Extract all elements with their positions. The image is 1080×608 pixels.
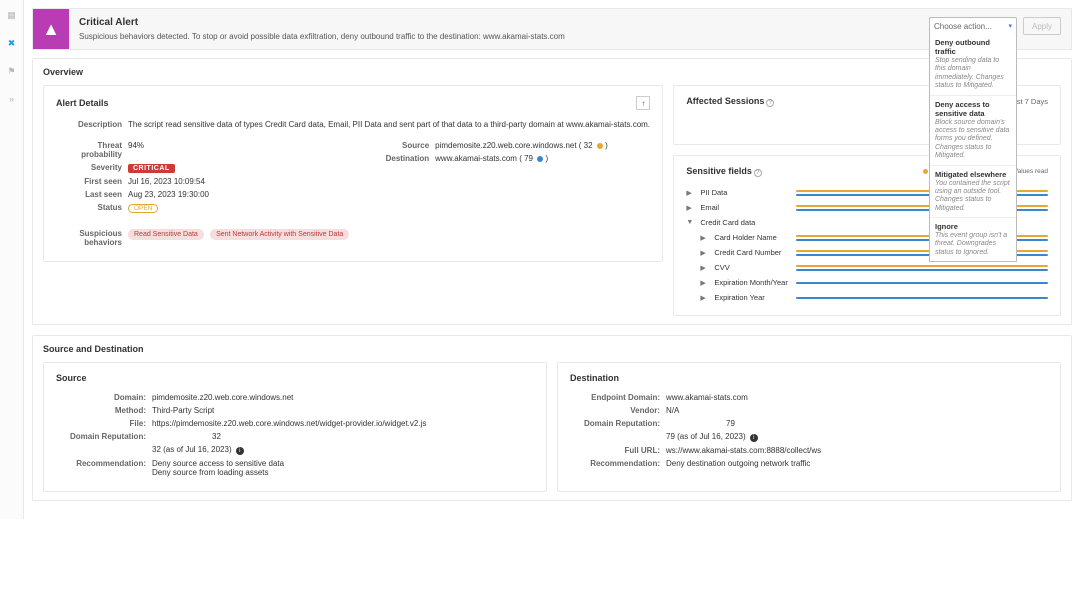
severity-badge: CRITICAL — [128, 164, 175, 173]
last-seen-value: Aug 23, 2023 19:30:00 — [128, 190, 343, 199]
source-title: Source — [56, 373, 534, 383]
dst-ep-value: www.akamai-stats.com — [666, 393, 1048, 402]
sf-row-cvv[interactable]: ▶ CVV — [686, 260, 1048, 275]
caret-right-icon[interactable]: ▶ — [686, 204, 694, 212]
dst-ep-label: Endpoint Domain: — [570, 393, 666, 402]
src-rep-num: 32 — [152, 432, 221, 441]
src-rec-2: Deny source from loading assets — [152, 468, 534, 477]
behavior-pill: Read Sensitive Data — [128, 229, 204, 240]
alert-details-title: Alert Details — [56, 98, 109, 108]
dest-label: Destination — [363, 154, 435, 163]
dst-url-value: ws://www.akamai-stats.com:8888/collect/w… — [666, 446, 1048, 455]
src-file-label: File: — [56, 419, 152, 428]
source-card: Source Domain:pimdemosite.z20.web.core.w… — [43, 362, 547, 492]
bar-chart — [796, 297, 1048, 299]
bar-chart — [796, 265, 1048, 271]
caret-down-icon[interactable]: ▼ — [686, 219, 694, 226]
threat-label: Threat probability — [56, 141, 128, 159]
choose-action-select[interactable]: Choose action... ▾ — [929, 17, 1017, 35]
src-rec-1: Deny source access to sensitive data — [152, 459, 534, 468]
behavior-pill: Sent Network Activity with Sensitive Dat… — [210, 229, 349, 240]
sidebar-nav: ▦ ✖ ⚑ » — [0, 0, 24, 519]
dst-rep-label: Domain Reputation: — [570, 419, 666, 428]
affected-title: Affected Sessions — [686, 96, 764, 106]
action-deny-sensitive[interactable]: Deny access to sensitive data Block sour… — [930, 95, 1016, 165]
sensitive-title: Sensitive fields — [686, 166, 752, 176]
sd-title: Source and Destination — [43, 344, 1061, 354]
nav-grid-icon[interactable]: ▦ — [5, 8, 19, 22]
dst-rep-num: 79 — [666, 419, 735, 428]
select-placeholder: Choose action... — [934, 22, 992, 31]
help-icon[interactable]: ? — [766, 99, 774, 107]
last-seen-label: Last seen — [56, 190, 128, 199]
threat-value: 94% — [128, 141, 343, 159]
critical-alert-banner: ▲ Critical Alert Suspicious behaviors de… — [32, 8, 1072, 50]
caret-right-icon[interactable]: ▶ — [700, 279, 708, 287]
src-method-value: Third-Party Script — [152, 406, 534, 415]
src-domain-label: Domain: — [56, 393, 152, 402]
desc-label: Description — [56, 120, 128, 129]
dst-vendor-value: N/A — [666, 406, 1048, 415]
dst-rec-label: Recommendation: — [570, 459, 666, 468]
nav-tools-icon[interactable]: ✖ — [5, 36, 19, 50]
sf-row-expy[interactable]: ▶ Expiration Year — [686, 290, 1048, 305]
overview-title: Overview — [43, 67, 1061, 77]
info-icon[interactable]: i — [236, 447, 244, 455]
dst-vendor-label: Vendor: — [570, 406, 666, 415]
scroll-top-button[interactable]: ↑ — [636, 96, 650, 110]
source-value: pimdemosite.z20.web.core.windows.net — [435, 141, 576, 150]
caret-right-icon[interactable]: ▶ — [700, 264, 708, 272]
nav-flag-icon[interactable]: ⚑ — [5, 64, 19, 78]
help-icon[interactable]: ? — [754, 169, 762, 177]
nav-expand-icon[interactable]: » — [5, 92, 19, 106]
status-badge: OPEN — [128, 204, 158, 213]
dest-count: ( 79 — [519, 154, 533, 163]
first-seen-label: First seen — [56, 177, 128, 186]
dst-rec-value: Deny destination outgoing network traffi… — [666, 459, 1048, 468]
info-icon[interactable]: i — [750, 434, 758, 442]
dst-url-label: Full URL: — [570, 446, 666, 455]
source-label: Source — [363, 141, 435, 150]
dest-title: Destination — [570, 373, 1048, 383]
caret-right-icon[interactable]: ▶ — [700, 234, 708, 242]
src-rec-label: Recommendation: — [56, 459, 152, 477]
chevron-down-icon: ▾ — [1008, 22, 1012, 30]
bar-chart — [796, 282, 1048, 284]
dst-rep-txt: 79 (as of Jul 16, 2023) — [666, 432, 746, 441]
action-ignore[interactable]: Ignore This event group isn't a threat. … — [930, 217, 1016, 261]
src-rep-label: Domain Reputation: — [56, 432, 152, 441]
destination-card: Destination Endpoint Domain:www.akamai-s… — [557, 362, 1061, 492]
severity-label: Severity — [56, 163, 128, 173]
action-mitigated[interactable]: Mitigated elsewhere You contained the sc… — [930, 165, 1016, 218]
apply-button[interactable]: Apply — [1023, 17, 1061, 35]
caret-right-icon[interactable]: ▶ — [686, 189, 694, 197]
action-dropdown: Deny outbound traffic Stop sending data … — [929, 34, 1017, 262]
action-deny-outbound[interactable]: Deny outbound traffic Stop sending data … — [930, 34, 1016, 95]
dest-value: www.akamai-stats.com — [435, 154, 517, 163]
sf-row-expmy[interactable]: ▶ Expiration Month/Year — [686, 275, 1048, 290]
status-label: Status — [56, 203, 128, 213]
src-rep-txt: 32 (as of Jul 16, 2023) — [152, 445, 232, 454]
src-domain-value: pimdemosite.z20.web.core.windows.net — [152, 393, 534, 402]
alert-icon: ▲ — [33, 9, 69, 49]
src-file-value: https://pimdemosite.z20.web.core.windows… — [152, 419, 534, 428]
caret-right-icon[interactable]: ▶ — [700, 294, 708, 302]
alert-details-card: Alert Details ↑ Description The script r… — [43, 85, 663, 262]
desc-value: The script read sensitive data of types … — [128, 120, 650, 129]
src-method-label: Method: — [56, 406, 152, 415]
caret-right-icon[interactable]: ▶ — [700, 249, 708, 257]
behaviors-label: Suspicious behaviors — [56, 229, 128, 247]
alert-message: Suspicious behaviors detected. To stop o… — [79, 32, 909, 41]
first-seen-value: Jul 16, 2023 10:09:54 — [128, 177, 343, 186]
orange-dot-icon — [597, 143, 603, 149]
alert-title: Critical Alert — [79, 17, 909, 28]
blue-dot-icon — [537, 156, 543, 162]
source-count: ( 32 — [579, 141, 593, 150]
